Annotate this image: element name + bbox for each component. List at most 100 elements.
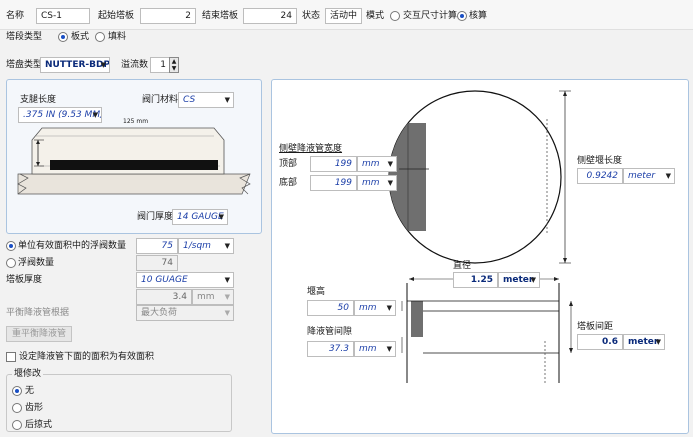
weir-height-input[interactable]: 50: [307, 300, 354, 316]
dropdown-arrow-icon: ▼: [387, 179, 393, 187]
tray-thickness-unit-value: mm: [197, 292, 215, 302]
radio-icon[interactable]: [12, 386, 22, 396]
status-label: 状态: [302, 11, 321, 21]
side-dc-bottom-input[interactable]: 199: [310, 175, 357, 191]
balance-dropdown: 最大负荷 ▼: [136, 305, 234, 321]
side-dc-width-label: 侧壁降液管宽度: [279, 144, 343, 154]
side-weir-length-input[interactable]: 0.9242: [577, 168, 623, 184]
dropdown-arrow-icon: ▼: [224, 242, 230, 250]
dc-clearance-input[interactable]: 37.3: [307, 341, 354, 357]
valve-material-dropdown[interactable]: CS ▼: [178, 92, 234, 108]
weir-mod-serrated[interactable]: 齿形: [25, 401, 43, 415]
side-weir-length-unit: meter: [628, 171, 656, 181]
radio-icon[interactable]: [6, 258, 16, 268]
dropdown-arrow-icon: ▼: [100, 61, 106, 69]
weir-mod-swept[interactable]: 后掠式: [25, 418, 52, 432]
tray-type-label: 塔盘类型: [6, 60, 43, 70]
diameter-unit: meter: [503, 275, 534, 285]
passes-label: 溢流数: [121, 60, 149, 70]
balance-label: 平衡降液管根据: [6, 308, 70, 318]
tray-thickness-mm-field: 3.4: [136, 289, 192, 305]
tray-thickness-dropdown[interactable]: 10 GUAGE ▼: [136, 272, 234, 288]
dropdown-arrow-icon: ▼: [386, 345, 392, 353]
dropdown-arrow-icon: ▼: [655, 338, 661, 346]
radio-icon[interactable]: [58, 32, 68, 42]
tray-thickness-value: 10 GUAGE: [141, 275, 188, 285]
name-input[interactable]: CS-1: [36, 8, 90, 24]
tray-thickness-unit-dropdown: mm ▼: [192, 289, 234, 305]
checkbox-icon[interactable]: [6, 352, 16, 362]
density-input[interactable]: 75: [136, 238, 178, 254]
balance-value: 最大负荷: [141, 308, 178, 318]
radio-icon[interactable]: [12, 403, 22, 413]
tray-spacing-unit: meter: [628, 337, 659, 347]
side-weir-length-unit-dropdown[interactable]: meter ▼: [623, 168, 675, 184]
mode-option-rating[interactable]: 核算: [469, 9, 487, 23]
valve-material-label: 阀门材料: [142, 95, 179, 105]
dropdown-arrow-icon: ▼: [665, 172, 671, 180]
section-type-tray[interactable]: 板式: [71, 30, 89, 44]
mode-label: 模式: [366, 11, 385, 21]
side-dc-top-unit-dropdown[interactable]: mm ▼: [357, 156, 397, 172]
diameter-label: 直径: [453, 261, 472, 271]
section-type-label: 塔段类型: [6, 32, 43, 42]
diameter-unit-dropdown[interactable]: meter ▼: [498, 272, 540, 288]
dropdown-arrow-icon: ▼: [530, 276, 536, 284]
diameter-input[interactable]: 1.25: [453, 272, 498, 288]
end-tray-input[interactable]: 24: [243, 8, 297, 24]
radio-icon[interactable]: [390, 11, 400, 21]
density-label[interactable]: 单位有效面积中的浮阀数量: [18, 239, 126, 253]
valve-material-value: CS: [183, 95, 196, 105]
status-field: 活动中: [325, 8, 362, 24]
dropdown-arrow-icon: ▼: [224, 309, 230, 317]
start-tray-label: 起始塔板: [98, 11, 135, 21]
radio-icon[interactable]: [457, 11, 467, 21]
side-dc-bottom-unit: mm: [362, 178, 380, 188]
passes-input[interactable]: 1: [150, 57, 170, 73]
dc-clearance-unit: mm: [359, 344, 377, 354]
dc-clearance-unit-dropdown[interactable]: mm ▼: [354, 341, 396, 357]
start-tray-input[interactable]: 2: [140, 8, 196, 24]
dropdown-arrow-icon: ▼: [387, 160, 393, 168]
side-dc-top-input[interactable]: 199: [310, 156, 357, 172]
dropdown-arrow-icon: ▼: [224, 96, 230, 104]
end-tray-label: 结束塔板: [202, 11, 239, 21]
side-dc-top-label: 顶部: [279, 159, 298, 169]
tray-geometry-diagram: [388, 90, 573, 383]
rebalance-button[interactable]: 重平衡降液管: [6, 326, 72, 342]
radio-icon[interactable]: [95, 32, 105, 42]
density-unit-dropdown[interactable]: 1/sqm ▼: [178, 238, 234, 254]
section-type-packed[interactable]: 填料: [108, 30, 126, 44]
tray-spacing-unit-dropdown[interactable]: meter ▼: [623, 334, 665, 350]
name-label: 名称: [6, 11, 25, 21]
mode-option-interactive[interactable]: 交互尺寸计算: [403, 9, 457, 23]
valve-thickness-value: 14 GAUGE: [177, 212, 224, 222]
dropdown-arrow-icon: ▼: [224, 293, 230, 301]
tray-spacing-input[interactable]: 0.6: [577, 334, 623, 350]
dropdown-arrow-icon: ▼: [224, 276, 230, 284]
weir-height-unit: mm: [359, 303, 377, 313]
valve-diagram: [17, 127, 251, 195]
dc-clearance-label: 降液管间隙: [307, 327, 353, 337]
density-unit-value: 1/sqm: [183, 241, 211, 251]
dropdown-arrow-icon: ▼: [386, 304, 392, 312]
valve-thickness-dropdown[interactable]: 14 GAUGE ▼: [172, 209, 228, 225]
tray-type-dropdown[interactable]: NUTTER-BDP ▼: [40, 57, 110, 73]
side-weir-length-label: 侧壁堰长度: [577, 156, 623, 166]
radio-icon[interactable]: [12, 420, 22, 430]
side-dc-top-unit: mm: [362, 159, 380, 169]
dropdown-arrow-icon: ▼: [218, 213, 224, 221]
under-dc-label[interactable]: 设定降液管下面的面积为有效面积: [19, 350, 154, 364]
tray-spacing-label: 塔板间距: [577, 322, 614, 332]
valve-thickness-label: 阀门厚度: [137, 212, 174, 222]
side-dc-bottom-unit-dropdown[interactable]: mm ▼: [357, 175, 397, 191]
valve-count-label[interactable]: 浮阀数量: [18, 256, 54, 270]
spinner-icon[interactable]: ▲ ▼: [169, 57, 179, 73]
side-dc-bottom-label: 底部: [279, 178, 298, 188]
weir-mod-none[interactable]: 无: [25, 384, 34, 398]
weir-mod-label: 堰修改: [12, 367, 44, 381]
leg-length-label: 支腿长度: [20, 95, 57, 105]
tray-thickness-label: 塔板厚度: [6, 275, 43, 285]
weir-height-unit-dropdown[interactable]: mm ▼: [354, 300, 396, 316]
radio-icon[interactable]: [6, 241, 16, 251]
